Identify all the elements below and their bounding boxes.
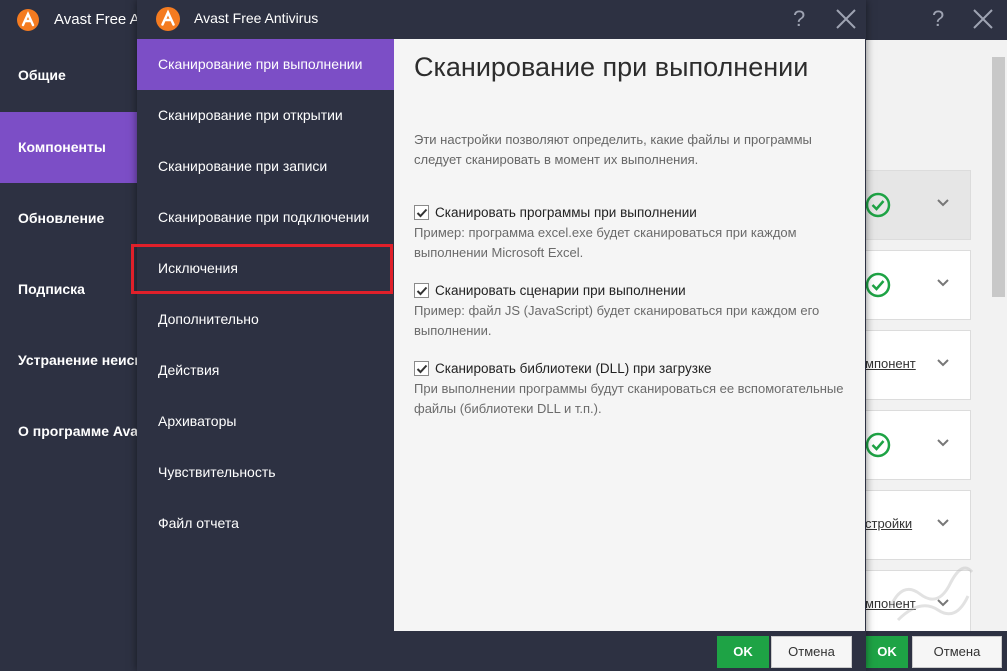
menu-item-advanced[interactable]: Дополнительно — [137, 294, 394, 345]
watermark-icon — [888, 566, 974, 622]
component-card[interactable] — [865, 170, 971, 240]
background-scrollbar[interactable] — [992, 57, 1005, 297]
option-scan-programs: Сканировать программы при выполнении При… — [414, 205, 854, 263]
option-help-text: Пример: программа excel.exe будет сканир… — [414, 225, 797, 260]
option-label[interactable]: Сканировать библиотеки (DLL) при загрузк… — [435, 361, 712, 376]
menu-item-report-file[interactable]: Файл отчета — [137, 498, 394, 549]
menu-item-scan-on-open[interactable]: Сканирование при открытии — [137, 90, 394, 141]
checkmark-icon — [416, 364, 428, 374]
dialog-menu: Сканирование при выполнении Сканирование… — [137, 39, 394, 631]
menu-item-scan-on-write[interactable]: Сканирование при записи — [137, 141, 394, 192]
nav-item-about[interactable]: О программе Ava — [0, 396, 137, 467]
component-link[interactable]: стройки — [865, 516, 912, 531]
component-link[interactable]: мпонент — [865, 356, 916, 371]
option-label[interactable]: Сканировать сценарии при выполнении — [435, 283, 686, 298]
checkbox-scan-libraries[interactable] — [414, 361, 429, 376]
chevron-down-icon[interactable] — [935, 195, 951, 211]
checkbox-scan-programs[interactable] — [414, 205, 429, 220]
dialog-cancel-button[interactable]: Отмена — [771, 636, 852, 668]
menu-item-sensitivity[interactable]: Чувствительность — [137, 447, 394, 498]
settings-dialog: Avast Free Antivirus ? Сканирование при … — [137, 0, 866, 671]
option-label[interactable]: Сканировать программы при выполнении — [435, 205, 697, 220]
background-sidebar: Общие Компоненты Обновление Подписка Уст… — [0, 40, 137, 671]
background-close-icon[interactable] — [970, 6, 996, 32]
background-ok-button[interactable]: OK — [866, 636, 908, 668]
checkbox-scan-scripts[interactable] — [414, 283, 429, 298]
option-scan-libraries: Сканировать библиотеки (DLL) при загрузк… — [414, 361, 854, 419]
nav-item-components[interactable]: Компоненты — [0, 112, 137, 183]
nav-item-subscription[interactable]: Подписка — [0, 254, 137, 325]
avast-logo-icon — [156, 7, 180, 31]
highlight-annotation-box — [131, 244, 393, 294]
component-card[interactable] — [865, 410, 971, 480]
nav-item-general[interactable]: Общие — [0, 40, 137, 111]
background-window-title: Avast Free A — [54, 11, 140, 28]
option-help-text: При выполнении программы будут сканирова… — [414, 381, 844, 416]
nav-item-update[interactable]: Обновление — [0, 183, 137, 254]
component-card[interactable]: мпонент — [865, 330, 971, 400]
panel-title: Сканирование при выполнении — [414, 52, 809, 82]
background-help-icon[interactable]: ? — [932, 6, 944, 32]
chevron-down-icon[interactable] — [935, 515, 951, 531]
component-card[interactable]: стройки — [865, 490, 971, 560]
option-scan-scripts: Сканировать сценарии при выполнении Прим… — [414, 283, 854, 341]
dialog-ok-button[interactable]: OK — [717, 636, 769, 668]
checkmark-icon — [416, 208, 428, 218]
menu-item-scan-on-execute[interactable]: Сканирование при выполнении — [137, 39, 394, 90]
settings-panel: Сканирование при выполнении Эти настройк… — [394, 39, 865, 631]
dialog-help-icon[interactable]: ? — [793, 6, 805, 32]
chevron-down-icon[interactable] — [935, 355, 951, 371]
check-circle-icon — [865, 432, 891, 458]
menu-item-archivers[interactable]: Архиваторы — [137, 396, 394, 447]
background-components-list: мпонент стройки мпонент — [865, 40, 1007, 631]
dialog-close-icon[interactable] — [834, 7, 858, 31]
chevron-down-icon[interactable] — [935, 275, 951, 291]
background-cancel-button[interactable]: Отмена — [912, 636, 1002, 668]
avast-logo-icon — [17, 9, 39, 31]
menu-item-scan-on-attach[interactable]: Сканирование при подключении — [137, 192, 394, 243]
option-help-text: Пример: файл JS (JavaScript) будет скани… — [414, 303, 820, 338]
checkmark-icon — [416, 286, 428, 296]
check-circle-icon — [865, 272, 891, 298]
panel-description: Эти настройки позволяют определить, каки… — [414, 132, 812, 167]
nav-item-troubleshooting[interactable]: Устранение неисп — [0, 325, 137, 396]
component-card[interactable] — [865, 250, 971, 320]
menu-item-actions[interactable]: Действия — [137, 345, 394, 396]
chevron-down-icon[interactable] — [935, 435, 951, 451]
dialog-title: Avast Free Antivirus — [194, 10, 319, 26]
check-circle-icon — [865, 192, 891, 218]
